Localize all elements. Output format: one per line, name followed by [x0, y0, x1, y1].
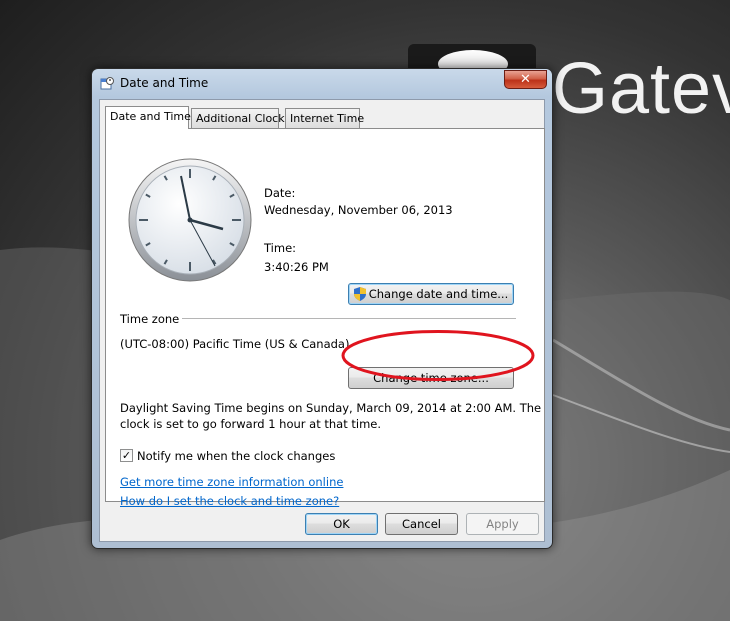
date-time-dialog: Date and Time ✕ Date and Time Additional…	[91, 68, 553, 549]
clock-calendar-icon	[100, 77, 114, 90]
more-time-zone-info-link[interactable]: Get more time zone information online	[120, 475, 343, 489]
title-bar[interactable]: Date and Time ✕	[92, 69, 552, 97]
time-zone-value: (UTC-08:00) Pacific Time (US & Canada)	[120, 337, 350, 351]
tab-additional-clocks[interactable]: Additional Clocks	[191, 108, 290, 128]
ok-button[interactable]: OK	[305, 513, 378, 535]
date-time-panel: Date: Wednesday, November 06, 2013 Time:…	[105, 128, 545, 508]
cancel-button[interactable]: Cancel	[385, 513, 458, 535]
tab-internet-time[interactable]: Internet Time	[285, 108, 364, 128]
apply-button[interactable]: Apply	[466, 513, 539, 535]
close-button[interactable]: ✕	[504, 70, 547, 89]
brand-wordmark: Gatev	[552, 49, 730, 129]
tab-date-and-time[interactable]: Date and Time	[105, 106, 191, 129]
change-date-and-time-button[interactable]: Change date and time...	[348, 283, 514, 305]
dialog-client-area: Date and Time Additional Clocks Internet…	[99, 99, 545, 542]
window-title: Date and Time	[120, 76, 209, 90]
notify-label[interactable]: Notify me when the clock changes	[137, 449, 335, 463]
time-zone-divider	[182, 318, 516, 319]
date-label: Date:	[264, 186, 296, 200]
notify-checkbox[interactable]: ✓	[120, 449, 133, 462]
analog-clock	[128, 158, 252, 282]
change-date-and-time-label: Change date and time...	[368, 287, 509, 301]
change-time-zone-button[interactable]: Change time zone...	[348, 367, 514, 389]
uac-shield-icon	[353, 287, 366, 301]
dst-text-line2: clock is set to go forward 1 hour at tha…	[120, 417, 382, 431]
date-value: Wednesday, November 06, 2013	[264, 203, 453, 217]
time-zone-section-label: Time zone	[120, 312, 180, 326]
time-label: Time:	[264, 241, 297, 255]
dst-text-line1: Daylight Saving Time begins on Sunday, M…	[120, 401, 542, 415]
time-value: 3:40:26 PM	[264, 260, 329, 274]
how-to-set-clock-link[interactable]: How do I set the clock and time zone?	[120, 494, 339, 508]
